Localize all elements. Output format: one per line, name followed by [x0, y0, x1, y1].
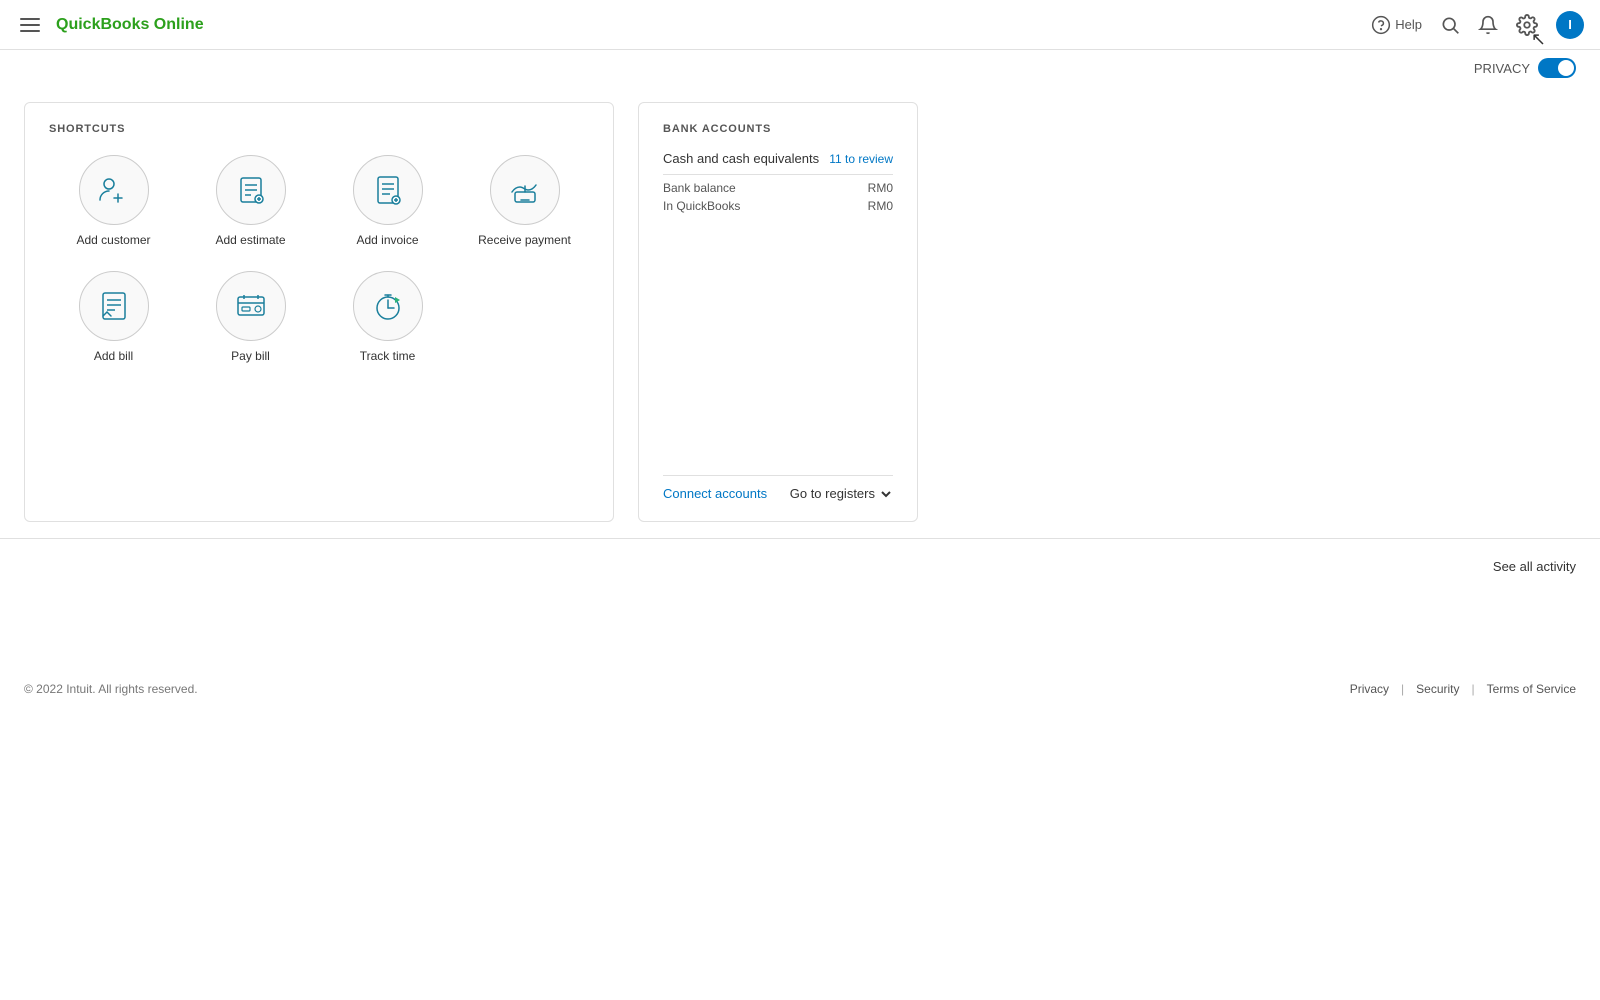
settings-button[interactable]: [1516, 14, 1538, 36]
app-footer: © 2022 Intuit. All rights reserved. Priv…: [0, 666, 1600, 712]
in-quickbooks-value: RM0: [868, 199, 893, 213]
security-link[interactable]: Security: [1416, 682, 1459, 696]
hamburger-menu-icon[interactable]: [16, 14, 44, 36]
add-estimate-icon-circle: [216, 155, 286, 225]
track-time-icon-circle: [353, 271, 423, 341]
section-divider: [0, 538, 1600, 539]
add-customer-icon-circle: [79, 155, 149, 225]
go-to-registers-button[interactable]: Go to registers: [790, 486, 893, 501]
go-to-registers-label: Go to registers: [790, 486, 875, 501]
add-invoice-icon: [370, 172, 406, 208]
cash-label: Cash and cash equivalents: [663, 151, 819, 166]
privacy-link[interactable]: Privacy: [1350, 682, 1389, 696]
add-bill-icon: [96, 288, 132, 324]
shortcut-track-time[interactable]: Track time: [323, 271, 452, 363]
shortcuts-grid: Add customer Add estimate: [49, 155, 589, 363]
bank-accounts-title: BANK ACCOUNTS: [663, 123, 893, 135]
add-estimate-icon: [233, 172, 269, 208]
copyright-text: © 2022 Intuit. All rights reserved.: [24, 682, 198, 696]
bank-balance-row: Bank balance RM0: [663, 181, 893, 195]
bank-divider: [663, 174, 893, 175]
chevron-down-icon: [879, 487, 893, 501]
shortcut-add-bill[interactable]: Add bill: [49, 271, 178, 363]
footer-sep-1: |: [1401, 682, 1404, 696]
privacy-bar: PRIVACY: [0, 50, 1600, 86]
in-quickbooks-label: In QuickBooks: [663, 199, 740, 213]
shortcut-pay-bill[interactable]: Pay bill: [186, 271, 315, 363]
search-icon: [1440, 15, 1460, 35]
add-bill-label: Add bill: [94, 349, 133, 363]
help-button[interactable]: Help: [1371, 15, 1422, 35]
notifications-button[interactable]: [1478, 15, 1498, 35]
help-label: Help: [1395, 17, 1422, 32]
in-quickbooks-row: In QuickBooks RM0: [663, 199, 893, 213]
see-all-activity-link[interactable]: See all activity: [1493, 559, 1576, 574]
connect-accounts-link[interactable]: Connect accounts: [663, 486, 767, 501]
shortcut-receive-payment[interactable]: Receive payment: [460, 155, 589, 247]
bank-balance-value: RM0: [868, 181, 893, 195]
add-customer-label: Add customer: [76, 233, 150, 247]
help-icon: [1371, 15, 1391, 35]
add-bill-icon-circle: [79, 271, 149, 341]
review-link[interactable]: 11 to review: [829, 152, 893, 166]
search-button[interactable]: [1440, 15, 1460, 35]
add-estimate-label: Add estimate: [215, 233, 285, 247]
receive-payment-icon: [507, 172, 543, 208]
bank-balance-label: Bank balance: [663, 181, 736, 195]
privacy-label: PRIVACY: [1474, 61, 1530, 76]
app-header: QuickBooks Online Help: [0, 0, 1600, 50]
pay-bill-icon-circle: [216, 271, 286, 341]
add-invoice-icon-circle: [353, 155, 423, 225]
bank-cash-row: Cash and cash equivalents 11 to review: [663, 151, 893, 166]
add-invoice-label: Add invoice: [356, 233, 418, 247]
settings-icon: [1516, 14, 1538, 36]
terms-link[interactable]: Terms of Service: [1487, 682, 1576, 696]
bank-accounts-card: BANK ACCOUNTS Cash and cash equivalents …: [638, 102, 918, 522]
shortcut-add-invoice[interactable]: Add invoice: [323, 155, 452, 247]
add-customer-icon: [96, 172, 132, 208]
shortcut-add-customer[interactable]: Add customer: [49, 155, 178, 247]
main-content: SHORTCUTS Add customer: [0, 86, 1600, 538]
pay-bill-label: Pay bill: [231, 349, 270, 363]
track-time-label: Track time: [360, 349, 416, 363]
shortcuts-title: SHORTCUTS: [49, 123, 589, 135]
privacy-toggle[interactable]: [1538, 58, 1576, 78]
avatar-letter: I: [1568, 17, 1572, 32]
notifications-icon: [1478, 15, 1498, 35]
footer-links: Privacy | Security | Terms of Service: [1350, 682, 1576, 696]
app-title: QuickBooks Online: [56, 16, 204, 34]
bank-footer: Connect accounts Go to registers: [663, 475, 893, 501]
shortcut-add-estimate[interactable]: Add estimate: [186, 155, 315, 247]
user-avatar[interactable]: I: [1556, 11, 1584, 39]
footer-sep-2: |: [1472, 682, 1475, 696]
receive-payment-icon-circle: [490, 155, 560, 225]
track-time-icon: [370, 288, 406, 324]
pay-bill-icon: [233, 288, 269, 324]
see-all-activity-row: See all activity: [0, 547, 1600, 586]
header-right: Help ↖ I: [1371, 11, 1584, 39]
shortcuts-card: SHORTCUTS Add customer: [24, 102, 614, 522]
header-left: QuickBooks Online: [16, 14, 204, 36]
receive-payment-label: Receive payment: [478, 233, 571, 247]
